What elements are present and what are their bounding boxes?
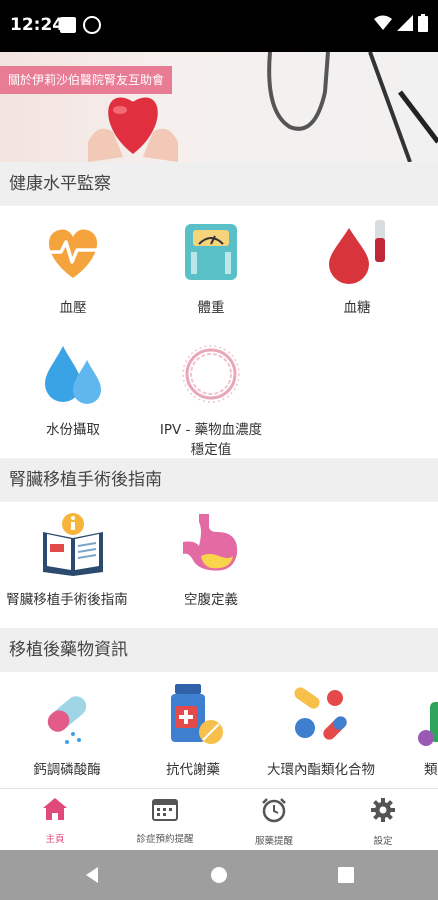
system-navigation-bar	[0, 850, 438, 900]
section-title: 移植後藥物資訊	[9, 640, 128, 660]
status-time: 12:24	[10, 15, 65, 35]
status-bar: 12:24	[0, 0, 438, 52]
tile-transplant-guide[interactable]: 腎臟移植手術後指南	[0, 512, 146, 610]
ipv-ring-icon	[182, 345, 240, 403]
health-monitoring-grid: 血壓 體重 血糖 水份攝取 IPV - 藥物血濃度穩定值	[0, 206, 438, 458]
pills-icon	[294, 687, 347, 740]
heart-pulse-icon	[43, 229, 103, 278]
gear-icon	[371, 798, 395, 822]
nav-label: 設定	[373, 836, 393, 847]
tile-label: 腎臟移植手術後指南	[6, 592, 128, 608]
section-header-health-monitoring: 健康水平監察	[0, 162, 438, 206]
wifi-icon	[374, 15, 392, 30]
weighing-scale-icon	[185, 224, 237, 280]
bottom-navigation: 主頁 診症預約提醒 服藥提醒 設定	[0, 788, 438, 851]
tile-label: 大環內酯類化合物	[267, 762, 375, 778]
back-icon[interactable]	[84, 866, 100, 884]
battery-icon	[418, 14, 428, 32]
tile-weight[interactable]: 體重	[138, 220, 284, 318]
tile-blood-pressure[interactable]: 血壓	[0, 220, 146, 318]
tile-label: 水份攝取	[46, 422, 100, 438]
tile-label: 血糖	[343, 300, 371, 316]
tile-label: 鈣調磷酸酶	[33, 762, 101, 778]
water-drops-icon	[45, 346, 101, 404]
nav-label: 主頁	[45, 834, 65, 845]
medicine-bottle-icon	[171, 684, 223, 744]
nav-medication-reminder[interactable]: 服藥提醒	[219, 797, 329, 847]
tile-label: 類	[424, 762, 438, 778]
section-header-medication-info: 移植後藥物資訊	[0, 628, 438, 672]
tile-calcineurin[interactable]: 鈣調磷酸酶	[0, 682, 140, 780]
nav-settings[interactable]: 設定	[328, 797, 438, 847]
heart-hands-image	[88, 97, 178, 162]
nav-label: 服藥提醒	[254, 836, 293, 847]
tile-blood-sugar[interactable]: 血糖	[284, 220, 430, 318]
info-book-icon	[43, 513, 103, 576]
blood-drop-icon	[329, 220, 385, 284]
calendar-icon	[152, 799, 178, 821]
tile-water-intake[interactable]: 水份攝取	[0, 342, 146, 440]
tile-label: 空腹定義	[184, 592, 238, 608]
section-title: 健康水平監察	[9, 174, 111, 194]
tile-label: 體重	[197, 300, 225, 316]
alarm-clock-icon	[262, 798, 286, 823]
tile-label: 血壓	[59, 300, 87, 316]
stomach-icon	[183, 514, 238, 571]
recents-icon[interactable]	[338, 867, 354, 883]
tile-antimetabolite[interactable]: 抗代謝藥	[120, 682, 266, 780]
dnd-icon	[83, 16, 101, 34]
notification-icon	[60, 17, 76, 33]
tile-partial[interactable]: 類	[396, 682, 438, 780]
tile-macrolide[interactable]: 大環內酯類化合物	[248, 682, 394, 780]
section-header-transplant-guide: 腎臟移植手術後指南	[0, 458, 438, 502]
tile-label: IPV - 藥物血濃度穩定值	[159, 422, 263, 458]
signal-icon	[397, 15, 413, 31]
capsule-icon	[47, 696, 87, 744]
pills-partial-icon	[418, 702, 438, 746]
association-banner[interactable]: 關於伊莉沙伯醫院腎友互助會	[0, 52, 438, 162]
tile-fasting-definition[interactable]: 空腹定義	[138, 512, 284, 610]
medication-info-carousel[interactable]: 鈣調磷酸酶 抗代謝藥 大環內酯類化合物 類	[0, 672, 438, 788]
home-circle-icon[interactable]	[210, 866, 228, 884]
section-title: 腎臟移植手術後指南	[9, 470, 162, 490]
banner-label: 關於伊莉沙伯醫院腎友互助會	[0, 66, 173, 94]
stethoscope-image	[267, 52, 438, 162]
transplant-guide-grid: 腎臟移植手術後指南 空腹定義	[0, 502, 438, 628]
tile-ipv[interactable]: IPV - 藥物血濃度穩定值	[138, 342, 284, 460]
nav-appointment-reminder[interactable]: 診症預約提醒	[110, 797, 220, 845]
home-icon	[43, 798, 67, 820]
nav-label: 診症預約提醒	[136, 834, 194, 845]
nav-home[interactable]: 主頁	[0, 797, 110, 845]
tile-label: 抗代謝藥	[166, 762, 220, 778]
